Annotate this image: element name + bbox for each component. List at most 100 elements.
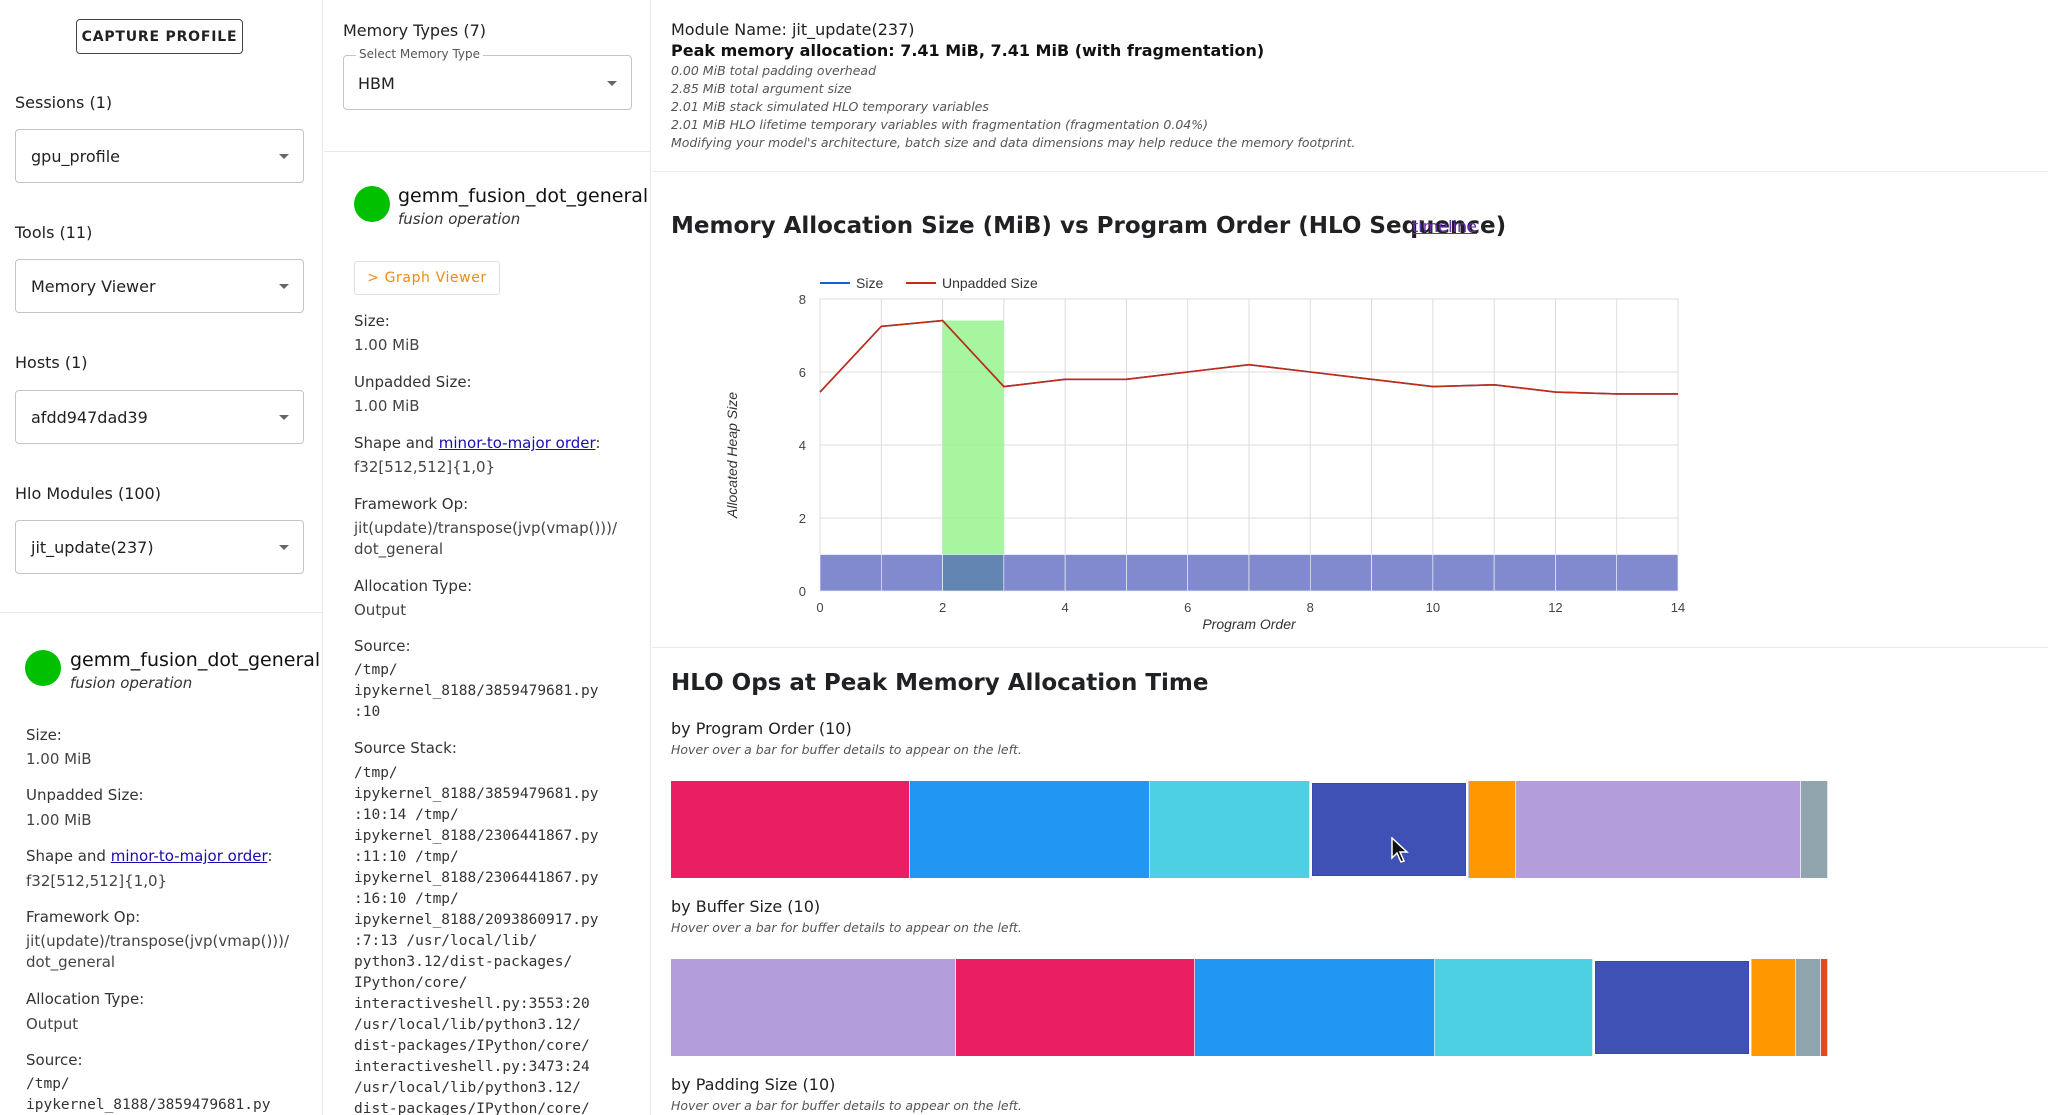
divider xyxy=(324,151,650,152)
program-order-bar xyxy=(671,781,1828,878)
op-status-dot-icon xyxy=(354,186,390,222)
framework-op-value: jit(update)/transpose(jvp(vmap()))/dot_g… xyxy=(26,932,290,971)
peak-memory: Peak memory allocation: 7.41 MiB, 7.41 M… xyxy=(671,41,1265,60)
buffer-band-cell xyxy=(1432,554,1495,592)
chevron-down-icon xyxy=(279,284,289,289)
summary-line: 2.85 MiB total argument size xyxy=(671,81,852,96)
buffer-segment[interactable] xyxy=(1149,781,1310,878)
hlo-modules-value: jit_update(237) xyxy=(31,537,154,557)
buffer-segment[interactable] xyxy=(1515,781,1802,878)
size-label: Size: xyxy=(354,312,390,330)
legend-label: Unpadded Size xyxy=(942,275,1038,291)
buffer-size-hint: Hover over a bar for buffer details to a… xyxy=(671,920,1022,935)
buffer-segment[interactable] xyxy=(1751,959,1796,1056)
op-status-dot-icon xyxy=(25,650,61,686)
buffer-band-cell xyxy=(1248,554,1311,592)
summary-line: Modifying your model's architecture, bat… xyxy=(671,135,1356,150)
buffer-segment[interactable] xyxy=(671,959,956,1056)
graph-viewer-button[interactable]: > Graph Viewer xyxy=(354,261,500,295)
op-name: gemm_fusion_dot_general.1 xyxy=(70,649,323,671)
memory-type-value: HBM xyxy=(358,74,395,93)
buffer-segment[interactable] xyxy=(910,781,1150,878)
buffer-segment[interactable] xyxy=(1820,959,1828,1056)
memory-type-select[interactable]: Select Memory Type HBM xyxy=(343,47,632,110)
sessions-value: gpu_profile xyxy=(31,146,120,166)
x-tick-label: 4 xyxy=(1062,600,1069,615)
buffer-segment[interactable] xyxy=(1801,781,1828,878)
hosts-label: Hosts (1) xyxy=(15,353,88,372)
x-tick-label: 8 xyxy=(1307,600,1314,615)
x-tick-label: 6 xyxy=(1184,600,1191,615)
buffer-band-cell xyxy=(1187,554,1250,592)
minor-to-major-link[interactable]: minor-to-major order xyxy=(439,434,596,452)
source-label: Source: xyxy=(26,1051,83,1069)
buffer-band-cell xyxy=(1003,554,1066,592)
capture-profile-button[interactable]: CAPTURE PROFILE xyxy=(76,19,243,54)
buffer-band-cell xyxy=(1616,554,1679,592)
framework-op-label: Framework Op: xyxy=(26,908,141,926)
source-value: /tmp/ ipykernel_8188/3859479681.py :10 xyxy=(26,1076,271,1113)
size-label: Size: xyxy=(26,726,62,744)
divider xyxy=(0,612,322,613)
tools-value: Memory Viewer xyxy=(31,276,156,296)
buffer-size-label: by Buffer Size (10) xyxy=(671,897,821,916)
main-content: Module Name: jit_update(237) Peak memory… xyxy=(652,0,2048,1115)
tools-select[interactable]: Memory Viewer xyxy=(15,259,304,313)
allocation-type-value: Output xyxy=(26,1015,79,1033)
x-tick-label: 10 xyxy=(1426,600,1440,615)
buffer-band-cell xyxy=(819,554,882,592)
mouse-cursor-icon xyxy=(1391,837,1409,863)
buffer-segment[interactable] xyxy=(1195,959,1435,1056)
shape-label: Shape and minor-to-major order: xyxy=(354,434,601,452)
x-tick-label: 0 xyxy=(816,600,823,615)
minor-to-major-link[interactable]: minor-to-major order xyxy=(111,847,268,865)
size-value: 1.00 MiB xyxy=(354,336,420,354)
program-order-hint: Hover over a bar for buffer details to a… xyxy=(671,742,1022,757)
y-axis-label: Allocated Heap Size xyxy=(724,392,740,519)
chevron-down-icon xyxy=(279,154,289,159)
buffer-size-bar xyxy=(671,959,1828,1056)
allocation-type-label: Allocation Type: xyxy=(354,577,473,595)
y-tick-label: 2 xyxy=(799,511,806,526)
buffer-segment[interactable] xyxy=(1795,959,1821,1056)
program-order-label: by Program Order (10) xyxy=(671,719,852,738)
padding-size-hint: Hover over a bar for buffer details to a… xyxy=(671,1098,1022,1113)
shape-value: f32[512,512]{1,0} xyxy=(26,872,168,890)
tools-label: Tools (11) xyxy=(15,223,93,242)
memory-type-floating-label: Select Memory Type xyxy=(356,47,484,61)
y-tick-label: 8 xyxy=(799,292,806,307)
summary-line: 0.00 MiB total padding overhead xyxy=(671,63,877,78)
buffer-segment[interactable] xyxy=(1469,781,1516,878)
divider xyxy=(652,647,2048,648)
buffer-segment[interactable] xyxy=(1434,959,1594,1056)
buffer-segment[interactable] xyxy=(671,781,911,878)
sessions-select[interactable]: gpu_profile xyxy=(15,129,304,183)
framework-op-value: jit(update)/transpose(jvp(vmap()))/dot_g… xyxy=(354,519,618,558)
source-label: Source: xyxy=(354,637,411,655)
unpadded-size-label: Unpadded Size: xyxy=(354,373,472,391)
summary-line: 2.01 MiB stack simulated HLO temporary v… xyxy=(671,99,989,114)
source-stack-label: Source Stack: xyxy=(354,739,457,757)
hlo-ops-title: HLO Ops at Peak Memory Allocation Time xyxy=(671,670,1209,696)
timeline-link[interactable]: timeline xyxy=(1412,217,1477,236)
x-tick-label: 2 xyxy=(939,600,946,615)
x-tick-label: 12 xyxy=(1548,600,1562,615)
buffer-band-cell xyxy=(1493,554,1556,592)
buffer-band-cell xyxy=(1371,554,1434,592)
op-subtitle: fusion operation xyxy=(398,210,521,228)
memory-types-label: Memory Types (7) xyxy=(343,21,486,40)
source-value: /tmp/ ipykernel_8188/3859479681.py :10 xyxy=(354,662,599,720)
op-subtitle: fusion operation xyxy=(70,674,193,692)
chart-title: Memory Allocation Size (MiB) vs Program … xyxy=(671,213,1507,239)
summary-line: 2.01 MiB HLO lifetime temporary variable… xyxy=(671,117,1208,132)
x-axis-label: Program Order xyxy=(1202,616,1297,632)
hlo-modules-select[interactable]: jit_update(237) xyxy=(15,520,304,574)
size-value: 1.00 MiB xyxy=(26,750,92,768)
chevron-down-icon xyxy=(607,81,617,86)
buffer-segment[interactable] xyxy=(955,959,1196,1056)
unpadded-size-value: 1.00 MiB xyxy=(26,811,92,829)
buffer-band-cell xyxy=(1309,554,1372,592)
hosts-select[interactable]: afdd947dad39 xyxy=(15,390,304,444)
buffer-segment[interactable] xyxy=(1593,959,1752,1056)
op-name: gemm_fusion_dot_general.1 xyxy=(398,185,651,207)
